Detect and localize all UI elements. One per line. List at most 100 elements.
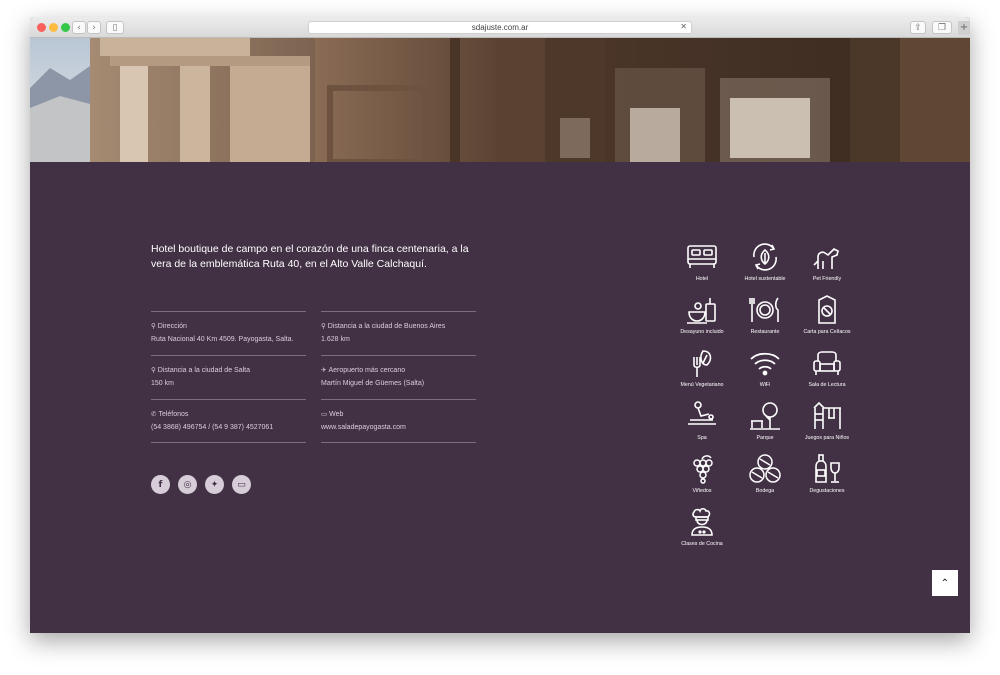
divider xyxy=(151,442,306,443)
info-label: Teléfonos xyxy=(158,411,189,418)
zoom-window-button[interactable] xyxy=(61,23,70,32)
wine-bottle-icon xyxy=(815,454,840,483)
amenity-sustainable: Hotel sustentable xyxy=(734,241,796,293)
menu-card-icon xyxy=(818,295,836,324)
playground-icon xyxy=(813,401,841,429)
hero-photo xyxy=(30,38,970,162)
sidebar-button[interactable]: ▯ xyxy=(106,21,124,34)
tabs-button[interactable]: ❐ xyxy=(932,21,952,34)
amenity-label: Menú Vegetariano xyxy=(680,382,724,388)
plane-icon: ✈ xyxy=(321,367,327,374)
info-value: 1.628 km xyxy=(321,336,350,343)
share-button[interactable]: ⇪ xyxy=(910,21,926,34)
website-icon[interactable]: ▭ xyxy=(232,475,251,494)
chevron-left-icon: ‹ xyxy=(77,22,81,33)
amenity-vegetarian: Menú Vegetariano xyxy=(671,347,733,399)
info-value[interactable]: (54 3868) 496754 / (54 9 387) 4527061 xyxy=(151,424,273,431)
plate-cutlery-icon xyxy=(749,297,779,322)
browser-window: ‹ › ▯ sdajuste.com.ar ✕ ⇪ ❐ + Hotel bout… xyxy=(30,17,970,633)
share-icon: ⇪ xyxy=(914,22,922,33)
amenity-label: Desayuno incluido xyxy=(680,329,724,335)
breakfast-icon xyxy=(687,298,716,324)
info-value: 150 km xyxy=(151,380,174,387)
amenity-vineyards: Viñedos xyxy=(671,453,733,505)
massage-icon xyxy=(688,401,716,425)
vegetarian-fork-icon xyxy=(693,350,712,377)
info-label: Distancia a la ciudad de Salta xyxy=(157,367,250,374)
amenity-cooking-classes: Clases de Cocina xyxy=(671,506,733,558)
map-marker-icon: ⚲ xyxy=(321,323,326,330)
amenity-park: Parque xyxy=(734,400,796,452)
amenity-label: Restaurante xyxy=(750,329,780,335)
amenity-label: Carta para Celíacos xyxy=(803,329,851,335)
amenity-label: Pet Friendly xyxy=(812,276,842,282)
amenity-celiac: Carta para Celíacos xyxy=(796,294,858,346)
amenity-reading-room: Sala de Lectura xyxy=(796,347,858,399)
info-value: Ruta Nacional 40 Km 4509. Payogasta, Sal… xyxy=(151,336,294,343)
web-link[interactable]: www.saladepayogasta.com xyxy=(321,424,406,431)
browser-toolbar: ‹ › ▯ sdajuste.com.ar ✕ ⇪ ❐ + xyxy=(30,17,970,38)
amenity-label: Juegos para Niños xyxy=(804,435,850,441)
barrels-icon xyxy=(749,454,781,483)
bed-icon xyxy=(687,245,717,268)
amenity-label: Hotel xyxy=(695,276,709,282)
leaf-cycle-icon xyxy=(753,243,777,271)
info-web: ▭ Web www.saladepayogasta.com xyxy=(321,399,476,443)
info-address: ⚲ Dirección Ruta Nacional 40 Km 4509. Pay… xyxy=(151,311,306,355)
info-value: Martín Miguel de Güemes (Salta) xyxy=(321,380,425,387)
amenity-hotel: Hotel xyxy=(671,241,733,293)
address-bar[interactable]: sdajuste.com.ar ✕ xyxy=(308,21,692,34)
tabs-icon: ❐ xyxy=(937,22,947,33)
amenity-label: Parque xyxy=(756,435,774,441)
info-label: Distancia a la ciudad de Buenos Aires xyxy=(327,323,446,330)
close-window-button[interactable] xyxy=(37,23,46,32)
sidebar-icon: ▯ xyxy=(112,22,118,33)
forward-button[interactable]: › xyxy=(87,21,101,34)
new-tab-button[interactable]: + xyxy=(958,21,970,35)
amenity-spa: Spa xyxy=(671,400,733,452)
map-marker-icon: ⚲ xyxy=(151,367,156,374)
amenity-label: Hotel sustentable xyxy=(744,276,786,282)
divider xyxy=(321,442,476,443)
social-links: f ◎ ✦ ▭ xyxy=(151,475,251,494)
info-distance-buenos-aires: ⚲ Distancia a la ciudad de Buenos Aires 1… xyxy=(321,311,476,355)
minimize-window-button[interactable] xyxy=(49,23,58,32)
instagram-icon[interactable]: ◎ xyxy=(178,475,197,494)
info-distance-salta: ⚲ Distancia a la ciudad de Salta 150 km xyxy=(151,355,306,399)
url-text: sdajuste.com.ar xyxy=(471,23,529,32)
site-footer: Hotel boutique de campo en el corazón de… xyxy=(30,162,970,633)
wifi-icon xyxy=(750,352,780,376)
phone-icon: ✆ xyxy=(151,411,157,418)
chevron-right-icon: › xyxy=(92,22,96,33)
amenity-restaurant: Restaurante xyxy=(734,294,796,346)
armchair-icon xyxy=(813,351,841,375)
amenity-breakfast: Desayuno incluido xyxy=(671,294,733,346)
grapes-icon xyxy=(693,455,713,484)
facebook-icon[interactable]: f xyxy=(151,475,170,494)
scroll-to-top-button[interactable]: ⌃ xyxy=(932,570,958,596)
map-marker-icon: ⚲ xyxy=(151,323,156,330)
amenity-label: Degustaciones xyxy=(809,488,845,494)
chef-icon xyxy=(691,507,713,536)
twitter-icon[interactable]: ✦ xyxy=(205,475,224,494)
amenity-label: WiFi xyxy=(759,382,771,388)
amenity-label: Sala de Lectura xyxy=(808,382,846,388)
info-label: Web xyxy=(329,411,344,418)
footer-tagline: Hotel boutique de campo en el corazón de… xyxy=(151,243,469,270)
dog-icon xyxy=(813,248,839,269)
info-label: Dirección xyxy=(157,323,187,330)
amenity-label: Viñedos xyxy=(692,488,712,494)
amenity-wifi: WiFi xyxy=(734,347,796,399)
info-airport: ✈ Aeropuerto más cercano Martín Miguel de… xyxy=(321,355,476,399)
close-icon[interactable]: ✕ xyxy=(680,22,687,31)
hero-image xyxy=(30,38,970,162)
info-label: Aeropuerto más cercano xyxy=(328,367,406,374)
back-button[interactable]: ‹ xyxy=(72,21,86,34)
amenity-winery: Bodega xyxy=(734,453,796,505)
amenity-tastings: Degustaciones xyxy=(796,453,858,505)
amenity-playground: Juegos para Niños xyxy=(796,400,858,452)
park-icon xyxy=(750,402,780,430)
info-phones: ✆ Teléfonos (54 3868) 496754 / (54 9 387)… xyxy=(151,399,306,443)
amenity-pet-friendly: Pet Friendly xyxy=(796,241,858,293)
amenity-label: Spa xyxy=(697,435,707,441)
